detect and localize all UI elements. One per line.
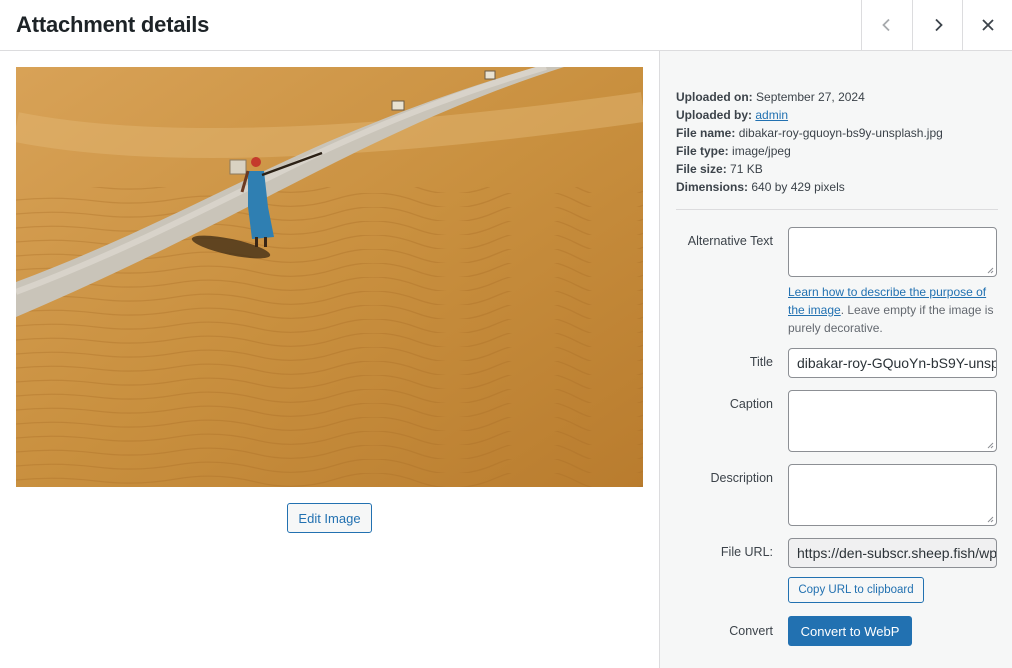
previous-button[interactable] (861, 0, 912, 50)
file-type-row: File type: image/jpeg (676, 142, 943, 160)
file-type-label: File type: (676, 144, 729, 158)
alt-text-label: Alternative Text (687, 234, 773, 248)
file-name-label: File name: (676, 126, 736, 140)
title-input[interactable]: dibakar-roy-GQuoYn-bS9Y-unsplash (788, 348, 997, 378)
file-size-label: File size: (676, 162, 727, 176)
details-pane: Uploaded on: September 27, 2024 Uploaded… (659, 51, 1012, 668)
convert-label: Convert (729, 624, 773, 638)
description-field[interactable] (788, 464, 997, 526)
preview-pane: Edit Image (0, 51, 659, 668)
uploaded-by-label: Uploaded by: (676, 108, 753, 122)
file-size-row: File size: 71 KB (676, 160, 943, 178)
resize-grip-icon[interactable] (987, 442, 994, 449)
resize-grip-icon[interactable] (987, 516, 994, 523)
copy-url-button[interactable]: Copy URL to clipboard (788, 577, 924, 603)
title-label: Title (749, 355, 773, 369)
caption-label: Caption (729, 397, 773, 411)
close-button[interactable] (962, 0, 1012, 50)
uploaded-on-row: Uploaded on: September 27, 2024 (676, 88, 943, 106)
file-url-input[interactable]: https://den-subscr.sheep.fish/wp-content… (788, 538, 997, 568)
description-label: Description (710, 471, 773, 485)
alt-text-help: Learn how to describe the purpose of the… (788, 283, 998, 337)
chevron-left-icon (882, 18, 890, 32)
uploaded-by-link[interactable]: admin (755, 108, 788, 122)
uploaded-by-row: Uploaded by: admin (676, 106, 943, 124)
close-icon (981, 19, 994, 31)
dimensions-row: Dimensions: 640 by 429 pixels (676, 178, 943, 196)
file-name-value: dibakar-roy-gquoyn-bs9y-unsplash.jpg (738, 126, 943, 140)
edit-image-button[interactable]: Edit Image (287, 503, 372, 533)
dimensions-value: 640 by 429 pixels (751, 180, 845, 194)
file-name-row: File name: dibakar-roy-gquoyn-bs9y-unspl… (676, 124, 943, 142)
file-type-value: image/jpeg (732, 144, 791, 158)
uploaded-on-value: September 27, 2024 (756, 90, 865, 104)
uploaded-on-label: Uploaded on: (676, 90, 753, 104)
file-url-label: File URL: (720, 545, 773, 559)
alt-text-field[interactable] (788, 227, 997, 277)
page-title: Attachment details (16, 12, 210, 37)
caption-field[interactable] (788, 390, 997, 452)
divider (676, 209, 998, 210)
resize-grip-icon[interactable] (987, 267, 994, 274)
dimensions-label: Dimensions: (676, 180, 749, 194)
chevron-right-icon (935, 18, 943, 32)
next-button[interactable] (912, 0, 963, 50)
modal-header: Attachment details (0, 0, 1012, 51)
file-metadata: Uploaded on: September 27, 2024 Uploaded… (676, 88, 943, 196)
convert-to-webp-button[interactable]: Convert to WebP (788, 616, 912, 646)
file-size-value: 71 KB (730, 162, 763, 176)
attachment-image (16, 67, 643, 487)
